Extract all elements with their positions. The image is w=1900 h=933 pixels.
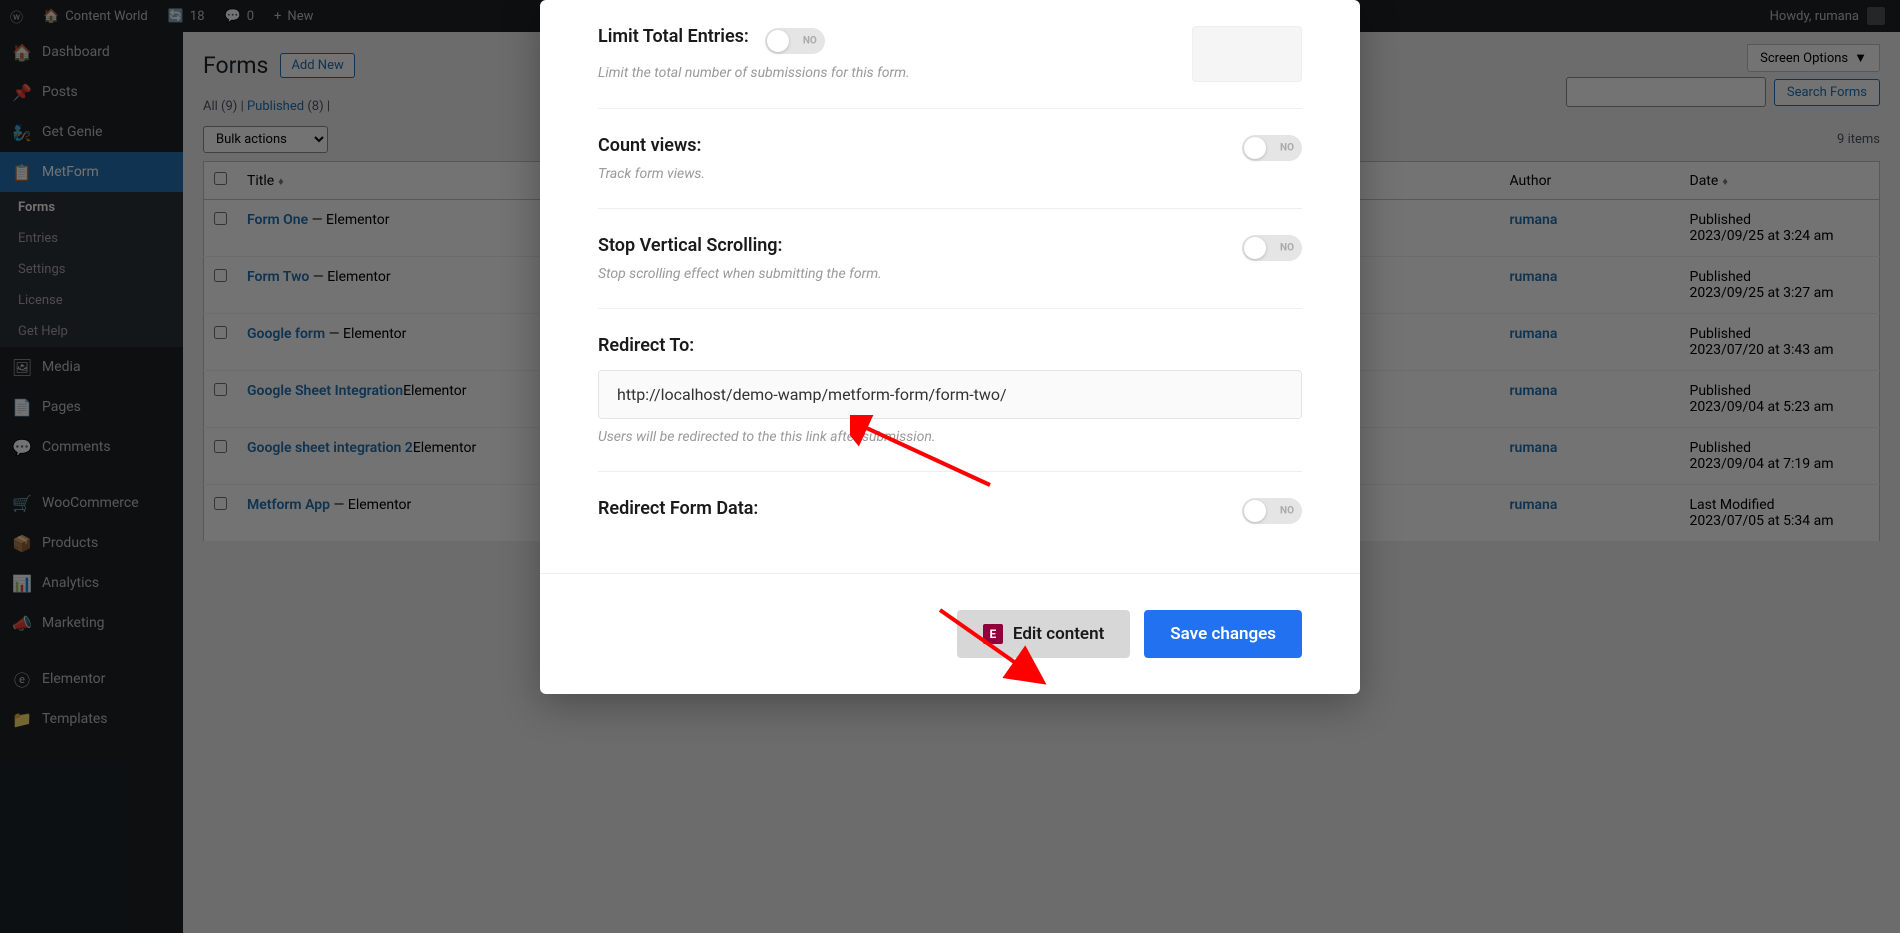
elementor-logo-icon: E [983, 624, 1003, 644]
stop-scroll-help: Stop scrolling effect when submitting th… [598, 266, 1242, 282]
redirect-to-help: Users will be redirected to the this lin… [598, 429, 1302, 445]
limit-entries-toggle[interactable]: NO [765, 28, 825, 54]
redirect-to-label: Redirect To: [598, 335, 1302, 356]
edit-content-button[interactable]: E Edit content [957, 610, 1130, 658]
redirect-data-label: Redirect Form Data: [598, 498, 1242, 519]
redirect-data-toggle[interactable]: NO [1242, 498, 1302, 524]
count-views-toggle[interactable]: NO [1242, 135, 1302, 161]
limit-entries-box[interactable] [1192, 26, 1302, 82]
count-views-help: Track form views. [598, 166, 1242, 182]
limit-entries-help: Limit the total number of submissions fo… [598, 65, 1192, 81]
form-settings-modal: Limit Total Entries: NO Limit the total … [540, 0, 1360, 694]
count-views-label: Count views: [598, 135, 1242, 156]
redirect-to-input[interactable] [598, 370, 1302, 419]
save-changes-button[interactable]: Save changes [1144, 610, 1302, 658]
stop-scroll-label: Stop Vertical Scrolling: [598, 235, 1242, 256]
stop-scroll-toggle[interactable]: NO [1242, 235, 1302, 261]
limit-entries-label: Limit Total Entries: [598, 26, 749, 47]
